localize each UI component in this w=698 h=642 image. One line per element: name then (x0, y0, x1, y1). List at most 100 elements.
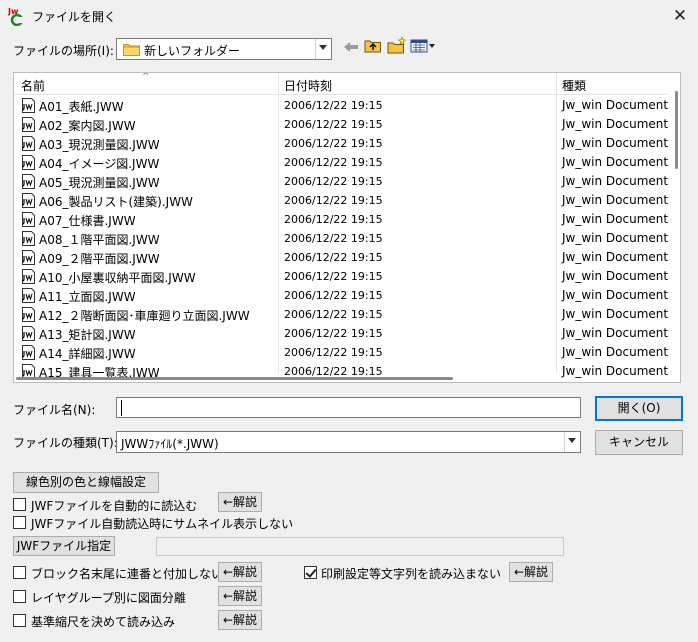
filename-input[interactable] (116, 397, 581, 418)
file-date: 2006/12/22 19:15 (284, 118, 383, 131)
file-type: Jw_win Document (562, 269, 669, 283)
location-value: 新しいフォルダー (144, 44, 241, 58)
file-type: Jw_win Document (562, 288, 669, 302)
file-type: Jw_win Document (562, 326, 669, 340)
file-date: 2006/12/22 19:15 (284, 327, 383, 340)
jwcad-app-icon: Jw (8, 7, 25, 26)
file-row[interactable]: A03_現況測量図.JWW 2006/12/22 19:15 Jw_win Docu… (14, 134, 668, 153)
new-folder-icon[interactable] (385, 36, 407, 56)
up-folder-icon[interactable] (362, 36, 384, 56)
jww-file-icon (22, 307, 35, 322)
print-settings-checkbox[interactable] (304, 566, 317, 579)
file-name: A14_詳細図.JWW (39, 347, 136, 361)
file-row[interactable]: A05_現況測量図.JWW 2006/12/22 19:15 Jw_win Docu… (14, 172, 669, 191)
file-row[interactable]: A07_仕様書.JWW 2006/12/22 19:15 Jw_win Docume… (14, 210, 668, 229)
explain-button-jwf-auto-load[interactable]: ←解説 (218, 492, 262, 512)
file-name: A12_２階断面図･車庫廻り立面図.JWW (39, 309, 250, 323)
block-no-serial-label: ブロック名末尾に連番と付加しない (31, 567, 224, 581)
file-row[interactable]: A13_矩計図.JWW 2006/12/22 19:15 Jw_win Docume… (14, 324, 669, 343)
filename-label: ファイル名(N): (13, 403, 96, 417)
file-name: A11_立面図.JWW (39, 290, 136, 304)
vertical-scrollbar[interactable] (672, 73, 680, 373)
jwf-auto-load-checkbox[interactable] (13, 498, 26, 511)
file-type: Jw_win Document (562, 174, 669, 188)
file-name: A03_現況測量図.JWW (39, 138, 160, 152)
chevron-down-icon (319, 45, 327, 50)
file-list[interactable]: ^ 名前 日付時刻 種類 A01_表紙.JWW 2006/12/22 19:15 J… (13, 72, 681, 383)
filetype-dropdown-arrow[interactable] (564, 432, 580, 452)
file-name: A04_イメージ図.JWW (39, 157, 160, 171)
location-combo[interactable]: 新しいフォルダー (116, 38, 332, 60)
file-row[interactable]: A11_立面図.JWW 2006/12/22 19:15 Jw_win Docume… (14, 286, 669, 305)
file-row[interactable]: A02_案内図.JWW 2006/12/22 19:15 Jw_win Docume… (14, 115, 669, 134)
file-date: 2006/12/22 19:15 (284, 251, 383, 264)
horizontal-scroll-thumb[interactable] (16, 377, 453, 380)
file-row[interactable]: A09_２階平面図.JWW 2006/12/22 19:15 Jw_win Docu… (14, 248, 668, 267)
column-header-name[interactable]: 名前 (21, 77, 45, 94)
file-name: A07_仕様書.JWW (39, 214, 136, 228)
file-row[interactable]: A01_表紙.JWW 2006/12/22 19:15 Jw_win Documen… (14, 96, 669, 115)
print-settings-label: 印刷設定等文字列を読み込まない (321, 567, 502, 581)
file-name: A02_案内図.JWW (39, 119, 136, 133)
filetype-label: ファイルの種類(T): (13, 436, 118, 450)
jww-file-icon (22, 326, 35, 341)
file-row[interactable]: A12_２階断面図･車庫廻り立面図.JWW 2006/12/22 19:15 Jw_… (14, 305, 669, 324)
file-type: Jw_win Document (562, 117, 669, 131)
column-header-type[interactable]: 種類 (562, 77, 586, 94)
jww-file-icon (22, 98, 35, 113)
file-name: A06_製品リスト(建築).JWW (39, 195, 193, 209)
jww-file-icon (22, 117, 35, 132)
vertical-scroll-thumb[interactable] (675, 91, 678, 169)
block-no-serial-checkbox[interactable] (13, 566, 26, 579)
location-label: ファイルの場所(I): (13, 44, 114, 58)
file-date: 2006/12/22 19:15 (284, 175, 383, 188)
layer-group-split-label: レイヤグループ別に図面分離 (31, 591, 186, 605)
file-date: 2006/12/22 19:15 (284, 99, 383, 112)
file-type: Jw_win Document (562, 345, 669, 359)
text-caret (121, 400, 122, 416)
file-name: A08_１階平面図.JWW (39, 233, 160, 247)
file-date: 2006/12/22 19:15 (284, 213, 383, 226)
jwf-no-thumbnail-label: JWFファイル自動読込時にサムネイル表示しない (31, 517, 294, 531)
jwf-no-thumbnail-checkbox[interactable] (13, 516, 26, 529)
file-list-header: ^ 名前 日付時刻 種類 (14, 73, 667, 95)
explain-button-block-serial[interactable]: ←解説 (218, 562, 262, 582)
view-menu-icon[interactable] (409, 36, 437, 56)
filetype-combo[interactable]: JWWﾌｧｲﾙ(*.JWW) (116, 431, 581, 453)
file-date: 2006/12/22 19:15 (284, 232, 383, 245)
jww-file-icon (22, 288, 35, 303)
file-row[interactable]: A10_小屋裏収納平面図.JWW 2006/12/22 19:15 Jw_win D… (14, 267, 669, 286)
fixed-scale-checkbox[interactable] (13, 614, 26, 627)
back-arrow-icon[interactable] (340, 37, 362, 57)
explain-button-fixed-scale[interactable]: ←解説 (218, 610, 262, 630)
open-button[interactable]: 開く(O) (595, 396, 683, 421)
jww-file-icon (22, 345, 35, 360)
cancel-button[interactable]: キャンセル (595, 430, 683, 455)
file-type: Jw_win Document (562, 307, 669, 321)
file-type: Jw_win Document (562, 193, 669, 207)
explain-button-print-settings[interactable]: ←解説 (509, 562, 553, 582)
layer-group-split-checkbox[interactable] (13, 590, 26, 603)
file-row[interactable]: A06_製品リスト(建築).JWW 2006/12/22 19:15 Jw_win … (14, 191, 669, 210)
filetype-value: JWWﾌｧｲﾙ(*.JWW) (121, 437, 219, 451)
jwf-specify-button[interactable]: JWFファイル指定 (13, 536, 115, 556)
file-name: A05_現況測量図.JWW (39, 176, 160, 190)
line-color-settings-button[interactable]: 線色別の色と線幅設定 (13, 472, 159, 493)
file-name: A01_表紙.JWW (39, 100, 124, 114)
file-date: 2006/12/22 19:15 (284, 194, 383, 207)
explain-button-layer-group[interactable]: ←解説 (218, 586, 262, 606)
location-dropdown-arrow[interactable] (315, 39, 331, 59)
file-name: A13_矩計図.JWW (39, 328, 136, 342)
file-row[interactable]: A04_イメージ図.JWW 2006/12/22 19:15 Jw_win Docu… (14, 153, 668, 172)
jwf-path-field (156, 537, 564, 556)
file-type: Jw_win Document (562, 98, 669, 112)
file-row[interactable]: A14_詳細図.JWW 2006/12/22 19:15 Jw_win Docume… (14, 343, 669, 362)
jww-file-icon (22, 193, 35, 208)
close-button[interactable]: ✕ (666, 2, 694, 30)
file-row[interactable]: A08_１階平面図.JWW 2006/12/22 19:15 Jw_win Docu… (14, 229, 668, 248)
jww-file-icon (22, 250, 35, 265)
file-date: 2006/12/22 19:15 (284, 308, 383, 321)
fixed-scale-label: 基準縮尺を決めて読み込み (31, 615, 176, 629)
file-date: 2006/12/22 19:15 (284, 289, 383, 302)
column-header-date[interactable]: 日付時刻 (284, 77, 332, 94)
